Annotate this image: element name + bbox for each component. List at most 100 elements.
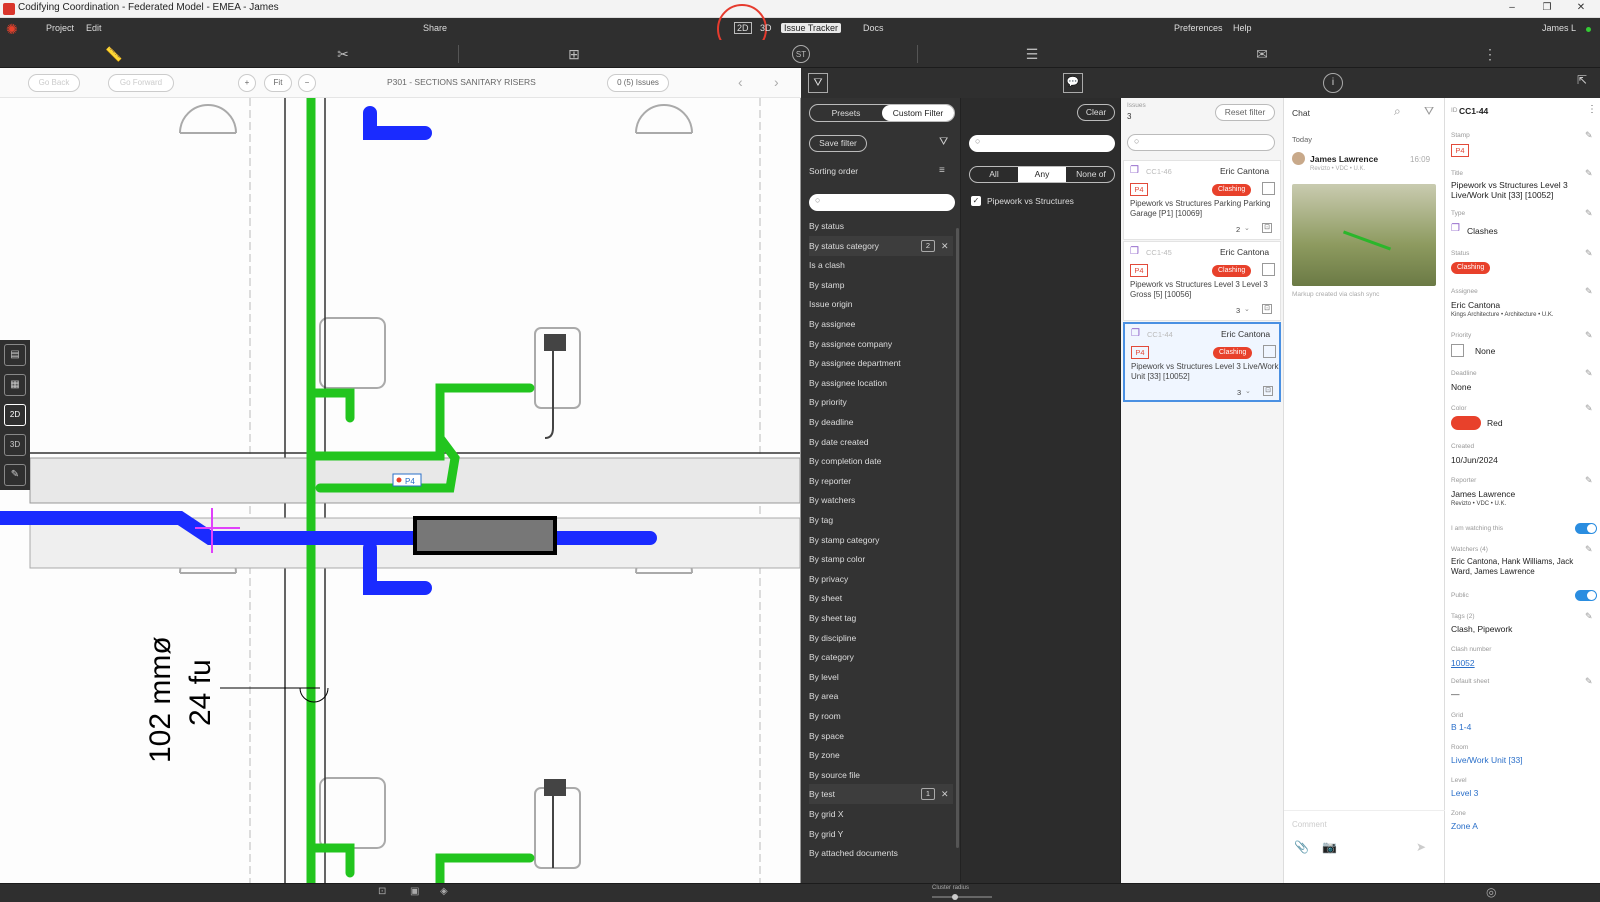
menu-project[interactable]: Project	[46, 23, 74, 33]
view-2d-icon[interactable]: 2D	[4, 404, 26, 426]
filter-item[interactable]: By stamp	[809, 275, 953, 295]
filter-item[interactable]: By grid X	[809, 804, 953, 824]
edit-icon[interactable]: ✎	[1585, 676, 1593, 687]
filter-item[interactable]: By grid Y	[809, 824, 953, 844]
public-toggle[interactable]	[1575, 590, 1597, 601]
filter-item[interactable]: By area	[809, 686, 953, 706]
level-value[interactable]: Level 3	[1451, 788, 1478, 798]
edit-icon[interactable]: ✎	[1585, 403, 1593, 414]
more-icon[interactable]: ⋮	[1480, 45, 1500, 63]
filter-item[interactable]: By reporter	[809, 471, 953, 491]
filter-item[interactable]: By completion date	[809, 451, 953, 471]
scissors-icon[interactable]: ✂	[333, 45, 353, 63]
filter-item[interactable]: By zone	[809, 745, 953, 765]
open-issue-icon[interactable]: ⊡	[1262, 223, 1272, 233]
open-issue-icon[interactable]: ⊡	[1263, 386, 1273, 396]
select-checkbox[interactable]	[1263, 345, 1276, 358]
sort-icon[interactable]: ≡	[939, 165, 945, 176]
issues-counter[interactable]: 0 (5) Issues	[607, 74, 669, 92]
edit-icon[interactable]: ✎	[1585, 611, 1593, 622]
markup-thumbnail[interactable]	[1292, 184, 1436, 286]
maximize-icon[interactable]: ❐	[1540, 2, 1554, 13]
mode-none-of[interactable]: None of	[1066, 167, 1116, 182]
send-icon[interactable]: ➤	[1416, 840, 1426, 854]
menu-docs[interactable]: Docs	[863, 23, 884, 33]
go-forward-button[interactable]: Go Forward	[108, 74, 174, 92]
filter-item[interactable]: By watchers	[809, 490, 953, 510]
mode-any[interactable]: Any	[1018, 167, 1066, 182]
view-2d-icon[interactable]: ▣	[410, 886, 419, 897]
filter-item[interactable]: By category	[809, 647, 953, 667]
layers-icon[interactable]: ◈	[440, 886, 448, 897]
filter-item[interactable]: By assignee location	[809, 373, 953, 393]
reset-filter-button[interactable]: Reset filter	[1215, 104, 1275, 121]
values-search-input[interactable]: ○	[969, 135, 1115, 152]
drawing-canvas[interactable]: Go Back Go Forward + Fit − P301 - SECTIO…	[0, 68, 801, 883]
open-issue-icon[interactable]: ⊡	[1262, 304, 1272, 314]
default-sheet-value[interactable]: —	[1451, 689, 1460, 699]
minimize-icon[interactable]: –	[1505, 2, 1519, 13]
zoom-in-icon[interactable]: +	[238, 74, 256, 92]
home-icon[interactable]: ✺	[6, 21, 22, 37]
tab-presets[interactable]: Presets	[810, 105, 882, 121]
globe-icon[interactable]: ◎	[1486, 885, 1496, 899]
issue-card[interactable]: ❐ CC1-44 Eric Cantona P4 Clashing Pipework vs…	[1123, 322, 1281, 402]
filter-item[interactable]: By priority	[809, 392, 953, 412]
filter-item[interactable]: By room	[809, 706, 953, 726]
add-comment-icon[interactable]: ⊞	[564, 45, 584, 63]
cluster-radius-slider[interactable]	[932, 894, 992, 900]
issue-card[interactable]: ❐ CC1-45 Eric Cantona P4 Clashing Pipework vs…	[1123, 241, 1281, 321]
tags-value[interactable]: Clash, Pipework	[1451, 624, 1512, 634]
menu-preferences[interactable]: Preferences	[1174, 23, 1223, 33]
priority-box[interactable]	[1451, 344, 1464, 357]
filter-settings-icon[interactable]: ⛛	[939, 136, 948, 149]
clash-number-link[interactable]: 10052	[1451, 658, 1475, 668]
filter-item[interactable]: By date created	[809, 432, 953, 452]
filter-item[interactable]: By status	[809, 216, 953, 236]
edit-icon[interactable]: ✎	[1585, 168, 1593, 179]
filter-icon[interactable]: ⛛	[808, 73, 828, 93]
color-swatch[interactable]	[1451, 416, 1481, 430]
search-icon[interactable]: ⌕	[1394, 104, 1401, 119]
edit-icon[interactable]: ✎	[1585, 544, 1593, 555]
list-icon[interactable]: ☰	[1022, 45, 1042, 63]
menu-edit[interactable]: Edit	[86, 23, 102, 33]
stamp-icon[interactable]: ST	[792, 45, 810, 63]
grid-value[interactable]: B 1-4	[1451, 722, 1471, 732]
filter-item[interactable]: By tag	[809, 510, 953, 530]
status-badge[interactable]: Clashing	[1451, 262, 1491, 274]
slider-handle[interactable]	[952, 894, 958, 900]
deadline-value[interactable]: None	[1451, 382, 1471, 392]
filter-item[interactable]: By sheet	[809, 588, 953, 608]
filter-item[interactable]: By space	[809, 726, 953, 746]
room-value[interactable]: Live/Work Unit [33]	[1451, 755, 1523, 765]
attach-icon[interactable]: 📎	[1294, 840, 1309, 854]
filter-item[interactable]: By sheet tag	[809, 608, 953, 628]
ruler-icon[interactable]: 📏	[104, 45, 124, 63]
chevron-down-icon[interactable]: ⌄	[1244, 305, 1250, 313]
issue-type[interactable]: Clashes	[1467, 226, 1498, 236]
edit-icon[interactable]: ✎	[1585, 248, 1593, 259]
chat-icon[interactable]: 💬	[1063, 73, 1083, 93]
mode-3d[interactable]: 3D	[760, 23, 772, 33]
remove-filter-icon[interactable]: ✕	[941, 236, 949, 256]
scrollbar[interactable]	[956, 228, 959, 848]
filter-item[interactable]: By deadline	[809, 412, 953, 432]
fit-button[interactable]: Fit	[264, 74, 292, 92]
issue-title[interactable]: Pipework vs Structures Level 3 Live/Work…	[1451, 180, 1586, 200]
filter-item[interactable]: By test 1 ✕	[809, 784, 953, 805]
prev-sheet-icon[interactable]: ‹	[738, 74, 743, 90]
filter-item[interactable]: By discipline	[809, 628, 953, 648]
filter-item[interactable]: By level	[809, 667, 953, 687]
user-name[interactable]: James L	[1542, 23, 1576, 33]
go-back-button[interactable]: Go Back	[28, 74, 80, 92]
next-sheet-icon[interactable]: ›	[774, 74, 779, 90]
filter-item[interactable]: By status category 2 ✕	[809, 235, 953, 256]
filter-search-input[interactable]: ○	[809, 194, 955, 211]
tab-custom-filter[interactable]: Custom Filter	[882, 105, 954, 121]
edit-icon[interactable]: ✎	[1585, 130, 1593, 141]
watching-toggle[interactable]	[1575, 523, 1597, 534]
sheet-icon[interactable]: ▤	[4, 344, 26, 366]
chevron-down-icon[interactable]: ⌄	[1245, 387, 1251, 395]
filter-item[interactable]: By assignee department	[809, 353, 953, 373]
